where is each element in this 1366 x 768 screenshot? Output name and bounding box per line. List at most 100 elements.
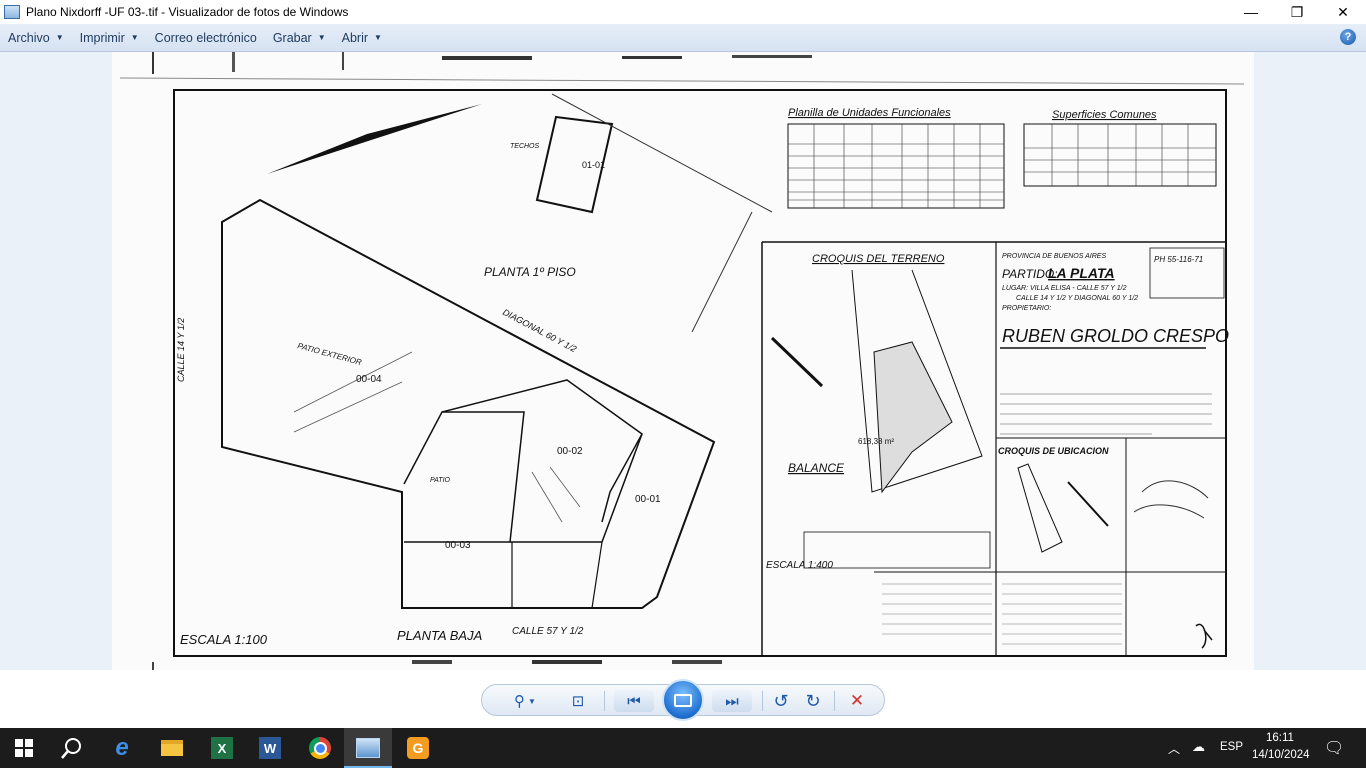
excel-icon[interactable]: X [208, 734, 236, 762]
clock-date[interactable]: 14/10/2024 [1252, 749, 1310, 761]
plano-numero: PH 55-116-71 [1154, 255, 1203, 264]
minimize-button[interactable]: — [1228, 0, 1274, 24]
calle-14-label: CALLE 14 Y 1/2 [176, 318, 186, 382]
slideshow-icon [674, 693, 692, 707]
balance-label: BALANCE [788, 461, 845, 475]
photo-viewer-app-icon [4, 5, 20, 19]
menu-archivo[interactable]: Archivo ▼ [0, 24, 72, 51]
escala-croquis-label: ESCALA 1:400 [766, 560, 833, 571]
menu-correo[interactable]: Correo electrónico [147, 24, 265, 51]
fit-icon: ⊡ [571, 693, 585, 710]
scanned-plan-image: PLANTA 1º PISO 01-01 TECHOS CALLE 14 Y 1… [112, 52, 1254, 670]
start-button[interactable] [10, 734, 38, 762]
patio-exterior-label: PATIO EXTERIOR [296, 341, 362, 367]
zoom-icon: ⚲ [514, 693, 526, 710]
separator [604, 691, 605, 711]
escala-main-label: ESCALA 1:100 [180, 632, 268, 647]
rotate-left-button[interactable]: ↺ [768, 690, 794, 712]
uf-101-label: 01-01 [582, 160, 605, 170]
image-viewer-area: PLANTA 1º PISO 01-01 TECHOS CALLE 14 Y 1… [0, 52, 1366, 670]
zoom-button[interactable]: ⚲ ▼ [508, 690, 542, 712]
viewer-toolbar: ⚲ ▼ ⊡ ⏮ ⏭ ↺ ↻ ✕ [0, 670, 1366, 728]
lugar2-label: CALLE 14 Y 1/2 Y DIAGONAL 60 Y 1/2 [1016, 295, 1138, 302]
calle-57-label: CALLE 57 Y 1/2 [512, 626, 584, 637]
edge-glyph: e [115, 734, 129, 761]
actual-size-button[interactable]: ⊡ [566, 690, 590, 712]
lugar-label: LUGAR: VILLA ELISA - CALLE 57 Y 1/2 [1002, 285, 1127, 292]
excel-glyph: X [211, 737, 233, 759]
owner-name: RUBEN GROLDO CRESPO [1002, 326, 1229, 346]
croquis-title: CROQUIS DEL TERRENO [812, 253, 945, 265]
app-g-glyph: G [407, 737, 429, 759]
delete-button[interactable]: ✕ [844, 690, 870, 712]
previous-button[interactable]: ⏮ [614, 690, 654, 712]
uf-03-label: 00-03 [445, 540, 471, 551]
clock-time[interactable]: 16:11 [1266, 732, 1294, 744]
language-indicator[interactable]: ESP [1220, 741, 1243, 753]
maximize-button[interactable]: ❐ [1274, 0, 1320, 24]
next-button[interactable]: ⏭ [712, 690, 752, 712]
menu-imprimir[interactable]: Imprimir ▼ [72, 24, 147, 51]
search-button[interactable] [58, 734, 86, 762]
notifications-icon[interactable]: 🗨 [1324, 738, 1344, 758]
menu-archivo-label: Archivo [8, 30, 50, 45]
uf-02-label: 00-02 [557, 446, 583, 457]
techos-label: TECHOS [510, 143, 540, 150]
search-icon [61, 738, 81, 759]
photo-viewer-icon[interactable] [354, 734, 382, 762]
slideshow-button[interactable] [662, 679, 704, 721]
windows-logo-icon [15, 739, 33, 757]
rotate-right-icon: ↻ [805, 690, 821, 711]
title-bar: Plano Nixdorff -UF 03-.tif - Visualizado… [0, 0, 1366, 24]
diagonal-60-label: DIAGONAL 60 Y 1/2 [501, 307, 578, 354]
window-title: Plano Nixdorff -UF 03-.tif - Visualizado… [26, 5, 349, 19]
chevron-down-icon: ▼ [317, 33, 326, 42]
file-explorer-icon[interactable] [158, 734, 186, 762]
close-button[interactable]: ✕ [1320, 0, 1366, 24]
window-controls: — ❐ ✕ [1228, 0, 1366, 24]
tray-chevron-icon[interactable]: ︿ [1168, 740, 1180, 757]
edge-icon[interactable]: e [108, 734, 136, 762]
rotate-right-button[interactable]: ↻ [800, 690, 826, 712]
separator [834, 691, 835, 711]
menu-bar: Archivo ▼ Imprimir ▼ Correo electrónico Gr… [0, 24, 1366, 52]
photo-viewer-glyph [356, 738, 380, 758]
uf-04-label: 00-04 [356, 374, 382, 385]
word-icon[interactable]: W [256, 734, 284, 762]
menu-abrir-label: Abrir [341, 30, 369, 45]
planta-piso-label: PLANTA 1º PISO [484, 265, 576, 279]
menu-correo-label: Correo electrónico [154, 30, 257, 45]
taskbar: e X W G ︿ ☁ ESP 16:11 14/10/2024 🗨 [0, 728, 1366, 768]
uf-01-label: 00-01 [635, 494, 661, 505]
table1-title: Planilla de Unidades Funcionales [788, 107, 951, 119]
onedrive-icon[interactable]: ☁ [1192, 739, 1205, 755]
chrome-glyph [309, 737, 331, 759]
table2-title: Superficies Comunes [1052, 109, 1157, 121]
menu-grabar-label: Grabar [272, 30, 312, 45]
chevron-down-icon: ▼ [55, 33, 64, 42]
chevron-down-icon: ▼ [130, 33, 139, 42]
rotate-left-icon: ↺ [773, 690, 789, 711]
chevron-down-icon: ▼ [528, 696, 536, 706]
help-icon[interactable]: ? [1340, 29, 1356, 45]
previous-icon: ⏮ [627, 692, 641, 710]
app-g-icon[interactable]: G [404, 734, 432, 762]
next-icon: ⏭ [725, 692, 739, 710]
partido-value: LA PLATA [1048, 265, 1115, 281]
provincia-label: PROVINCIA DE BUENOS AIRES [1002, 253, 1106, 260]
separator [762, 691, 763, 711]
viewer-controls: ⚲ ▼ ⊡ ⏮ ⏭ ↺ ↻ ✕ [481, 679, 885, 721]
patio-label: PATIO [430, 477, 451, 484]
word-glyph: W [259, 737, 281, 759]
croquis-area: 618,38 m² [858, 437, 894, 446]
chevron-down-icon: ▼ [374, 33, 382, 42]
menu-grabar[interactable]: Grabar ▼ [265, 24, 334, 51]
chrome-icon[interactable] [306, 734, 334, 762]
menu-abrir[interactable]: Abrir ▼ [334, 24, 390, 51]
plan-drawing: PLANTA 1º PISO 01-01 TECHOS CALLE 14 Y 1… [119, 52, 1245, 670]
propietario-label: PROPIETARIO: [1002, 305, 1051, 312]
folder-icon [161, 740, 183, 756]
ubicacion-label: CROQUIS DE UBICACION [998, 446, 1109, 456]
planta-baja-label: PLANTA BAJA [397, 628, 482, 643]
delete-icon: ✕ [849, 691, 865, 710]
